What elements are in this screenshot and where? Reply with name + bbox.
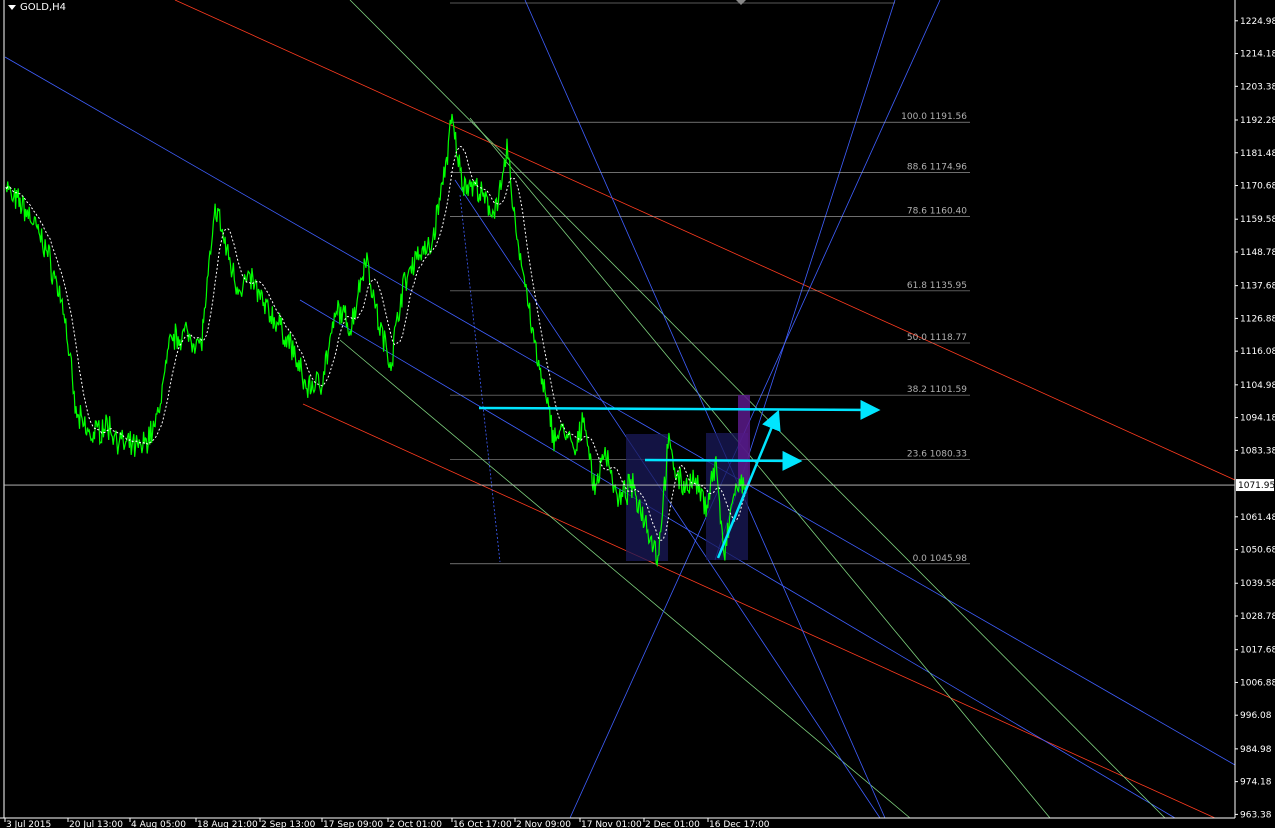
y-tick-label: 1224.98 <box>1240 17 1275 27</box>
x-tick-label: 2 Nov 09:00 <box>516 820 571 828</box>
fibo-level-label: 78.6 1160.40 <box>907 207 967 217</box>
x-tick-label: 18 Aug 21:00 <box>197 820 258 828</box>
fibo-level-label: 38.2 1101.59 <box>907 385 967 395</box>
y-tick-label: 1116.08 <box>1240 347 1275 357</box>
fibo-level-label: 88.6 1174.96 <box>907 163 967 173</box>
x-tick-label: 2 Dec 01:00 <box>645 820 700 828</box>
y-tick-label: 1159.58 <box>1240 215 1275 225</box>
x-tick-label: 2 Sep 13:00 <box>261 820 316 828</box>
blue-dotted-line <box>459 194 501 563</box>
x-tick-label: 17 Nov 01:00 <box>581 820 642 828</box>
y-tick-label: 984.98 <box>1240 745 1272 755</box>
y-tick-label: 1214.18 <box>1240 50 1275 60</box>
y-tick-label: 1006.88 <box>1240 678 1275 688</box>
current-price-label: 1071.95 <box>1238 481 1275 491</box>
y-tick-label: 1203.38 <box>1240 82 1275 92</box>
fibo-level-label: 50.0 1118.77 <box>907 333 967 343</box>
y-tick-label: 963.38 <box>1240 810 1272 820</box>
blue-channel-upper-line <box>4 56 1236 766</box>
y-tick-label: 1083.38 <box>1240 446 1275 456</box>
fibo-level-label: 23.6 1080.33 <box>907 450 967 460</box>
green-line-middle <box>469 117 1051 819</box>
y-tick-label: 1148.78 <box>1240 248 1275 258</box>
x-tick-label: 16 Dec 17:00 <box>709 820 770 828</box>
y-tick-label: 1192.28 <box>1240 116 1275 126</box>
y-tick-label: 1017.68 <box>1240 646 1275 656</box>
x-tick-label: 20 Jul 13:00 <box>69 820 123 828</box>
y-tick-label: 1028.78 <box>1240 612 1275 622</box>
x-tick-label: 17 Sep 09:00 <box>323 820 383 828</box>
fibo-level-label: 100.0 1191.56 <box>901 112 967 122</box>
x-tick-label: 3 Jul 2015 <box>6 820 51 828</box>
y-tick-label: 1170.68 <box>1240 182 1275 192</box>
green-line-lower <box>339 339 911 819</box>
price-chart[interactable]: 100.0 1191.56 88.6 1174.96 78.6 1160.40 61.… <box>0 0 1275 828</box>
fibo-level-label: 0.0 1045.98 <box>913 554 968 564</box>
y-tick-label: 974.18 <box>1240 778 1272 788</box>
y-tick-label: 1094.18 <box>1240 414 1275 424</box>
fibo-anchor-marker <box>736 0 746 5</box>
arrow-resistance <box>478 399 881 420</box>
red-channel-lower-line <box>302 403 1216 819</box>
x-tick-label: 16 Oct 17:00 <box>453 820 512 828</box>
y-tick-label: 1137.68 <box>1240 282 1275 292</box>
x-tick-label: 2 Oct 01:00 <box>389 820 442 828</box>
y-tick-label: 1104.98 <box>1240 381 1275 391</box>
y-tick-label: 1061.48 <box>1240 513 1275 523</box>
y-tick-label: 996.08 <box>1240 711 1272 721</box>
arrow-mid <box>644 450 803 471</box>
y-tick-label: 1039.58 <box>1240 579 1275 589</box>
y-tick-label: 1126.88 <box>1240 314 1275 324</box>
fibo-level-label: 61.8 1135.95 <box>907 281 967 291</box>
y-tick-label: 1050.68 <box>1240 546 1275 556</box>
y-tick-label: 1181.48 <box>1240 149 1275 159</box>
x-tick-label: 4 Aug 05:00 <box>131 820 186 828</box>
